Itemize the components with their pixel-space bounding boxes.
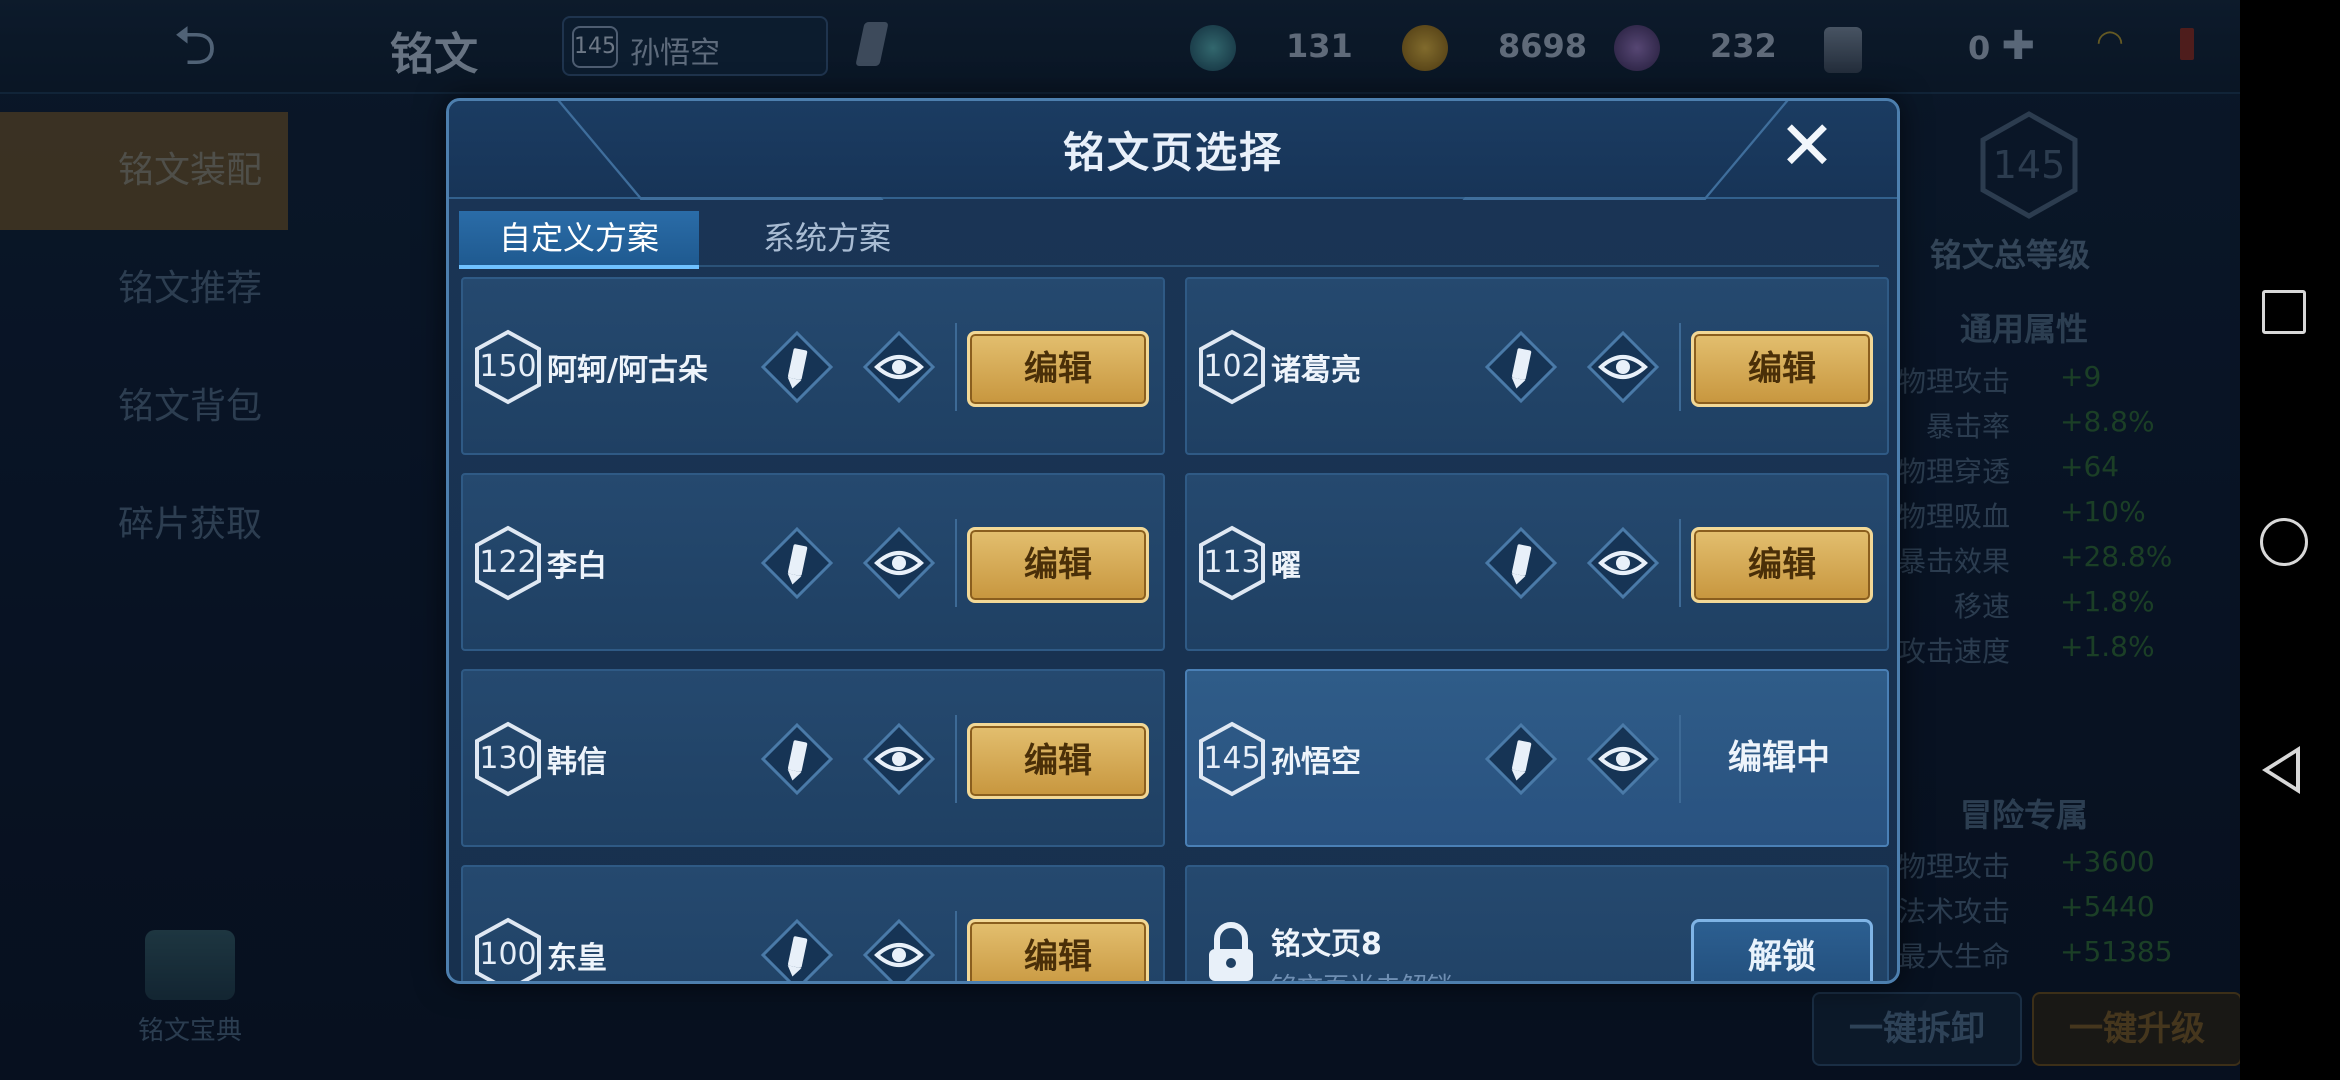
rename-pen-icon[interactable] (759, 721, 835, 797)
rune-page-name: 李白 (547, 549, 607, 584)
rune-page-name: 韩信 (547, 745, 607, 780)
rename-pen-icon[interactable] (1483, 329, 1559, 405)
tab-bar: 自定义方案 系统方案 (459, 211, 1879, 269)
rune-level-hex-icon: 150 (473, 329, 543, 405)
rune-level-hex-icon: 100 (473, 917, 543, 981)
preview-eye-icon[interactable] (1585, 329, 1661, 405)
rune-page-card[interactable]: 100 东皇 编辑 (461, 865, 1165, 984)
rune-page-card[interactable]: 150 阿轲/阿古朵 编辑 (461, 277, 1165, 455)
rename-pen-icon[interactable] (759, 329, 835, 405)
preview-eye-icon[interactable] (1585, 525, 1661, 601)
rune-level-hex-icon: 145 (1197, 721, 1267, 797)
rune-level-hex-icon: 102 (1197, 329, 1267, 405)
back-triangle-icon[interactable] (2262, 746, 2300, 794)
rune-level-hex-icon: 130 (473, 721, 543, 797)
rune-level-value: 150 (479, 349, 537, 384)
preview-eye-icon[interactable] (861, 525, 937, 601)
preview-eye-icon[interactable] (1585, 721, 1661, 797)
editing-status: 编辑中 (1728, 738, 1830, 778)
rune-page-name: 东皇 (547, 941, 607, 976)
preview-eye-icon[interactable] (861, 721, 937, 797)
edit-button[interactable]: 编辑 (967, 919, 1149, 981)
rune-level-value: 113 (1203, 545, 1261, 580)
rune-page-name: 曜 (1271, 549, 1301, 584)
unlock-button[interactable]: 解锁 (1691, 919, 1873, 981)
tab-custom[interactable]: 自定义方案 (459, 211, 699, 269)
recent-apps-icon[interactable] (2262, 290, 2306, 334)
rename-pen-icon[interactable] (1483, 525, 1559, 601)
edit-button[interactable]: 编辑 (967, 723, 1149, 799)
rune-level-value: 102 (1203, 349, 1261, 384)
rune-page-card[interactable]: 122 李白 编辑 (461, 473, 1165, 651)
rune-page-card-current[interactable]: 145 孙悟空 编辑中 (1185, 669, 1889, 847)
rune-level-value: 130 (479, 741, 537, 776)
rune-page-name: 孙悟空 (1271, 745, 1361, 780)
rename-pen-icon[interactable] (759, 525, 835, 601)
edit-button[interactable]: 编辑 (1691, 527, 1873, 603)
rune-level-value: 145 (1203, 741, 1261, 776)
edit-button[interactable]: 编辑 (967, 331, 1149, 407)
dialog-title: 铭文页选择 (1062, 128, 1283, 177)
rune-page-card[interactable]: 130 韩信 编辑 (461, 669, 1165, 847)
rune-page-card[interactable]: 102 诸葛亮 编辑 (1185, 277, 1889, 455)
preview-eye-icon[interactable] (861, 917, 937, 984)
locked-rune-page-card: 铭文页8 铭文页尚未解锁 解锁 (1185, 865, 1889, 981)
rune-page-select-dialog: 铭文页选择 ✕ 自定义方案 系统方案 150 阿轲/阿古朵 编辑 102 诸葛亮 (446, 98, 1900, 984)
close-icon[interactable]: ✕ (1775, 113, 1839, 181)
locked-page-subtitle: 铭文页尚未解锁 (1271, 967, 1453, 981)
rune-level-hex-icon: 113 (1197, 525, 1267, 601)
home-icon[interactable] (2260, 518, 2308, 566)
edit-button[interactable]: 编辑 (1691, 331, 1873, 407)
rune-level-hex-icon: 122 (473, 525, 543, 601)
locked-page-title: 铭文页8 (1271, 927, 1382, 962)
rune-page-card[interactable]: 113 曜 编辑 (1185, 473, 1889, 651)
tab-system[interactable]: 系统方案 (707, 211, 947, 265)
rune-level-value: 122 (479, 545, 537, 580)
lock-icon (1209, 922, 1253, 981)
rename-pen-icon[interactable] (759, 917, 835, 984)
preview-eye-icon[interactable] (861, 329, 937, 405)
rune-page-name: 阿轲/阿古朵 (547, 353, 708, 388)
rename-pen-icon[interactable] (1483, 721, 1559, 797)
rune-page-name: 诸葛亮 (1271, 353, 1361, 388)
rune-level-value: 100 (479, 937, 537, 972)
edit-button[interactable]: 编辑 (967, 527, 1149, 603)
dialog-header: 铭文页选择 ✕ (449, 101, 1897, 200)
